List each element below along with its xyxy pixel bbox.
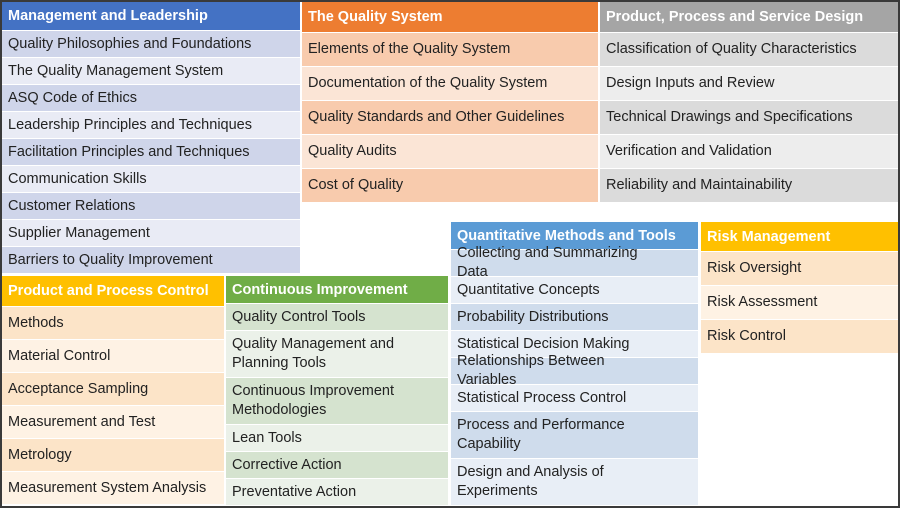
- topic-item-label: Measurement and Test: [8, 413, 156, 430]
- topic-item-label: Continuous Improvement Methodologies: [232, 383, 394, 418]
- topic-item-label: Customer Relations: [8, 197, 136, 214]
- topic-item-label: Facilitation Principles and Techniques: [8, 143, 250, 160]
- topic-item-label: Design Inputs and Review: [606, 75, 775, 91]
- topic-item[interactable]: Measurement and Test: [2, 406, 224, 438]
- topic-item-label: Cost of Quality: [308, 177, 404, 193]
- topic-item[interactable]: Risk Assessment: [701, 286, 898, 319]
- topic-item[interactable]: Supplier Management: [2, 220, 300, 246]
- topic-item[interactable]: Quality Management and Planning Tools: [226, 331, 448, 377]
- topic-item-label: Documentation of the Quality System: [308, 75, 548, 91]
- body-of-knowledge-diagram: Management and Leadership Quality Philos…: [0, 0, 900, 508]
- topic-item[interactable]: Acceptance Sampling: [2, 373, 224, 405]
- topic-item-label: Communication Skills: [8, 170, 147, 187]
- topic-item-label: Verification and Validation: [606, 143, 772, 159]
- block-header-risk: Risk Management: [701, 222, 898, 251]
- topic-item-label: Risk Oversight: [707, 260, 802, 276]
- topic-item[interactable]: Quality Audits: [302, 135, 598, 168]
- topic-item-label: ASQ Code of Ethics: [8, 89, 137, 106]
- topic-item[interactable]: Relationships Between Variables: [451, 353, 698, 388]
- topic-item[interactable]: Material Control: [2, 340, 224, 372]
- topic-item[interactable]: ASQ Code of Ethics: [2, 85, 300, 111]
- topic-item[interactable]: Documentation of the Quality System: [302, 67, 598, 100]
- block-product-process-service-design: Product, Process and Service Design Clas…: [600, 2, 898, 202]
- topic-item[interactable]: Continuous Improvement Methodologies: [226, 378, 448, 424]
- topic-item-label: Quality Control Tools: [232, 308, 366, 325]
- topic-item[interactable]: Reliability and Maintainability: [600, 169, 898, 202]
- topic-item[interactable]: Collecting and Summarizing Data: [451, 245, 698, 280]
- topic-item[interactable]: Risk Oversight: [701, 252, 898, 285]
- topic-item-label: Probability Distributions: [457, 308, 609, 325]
- topic-item[interactable]: Verification and Validation: [600, 135, 898, 168]
- topic-item[interactable]: Corrective Action: [226, 452, 448, 478]
- topic-item-label: Preventative Action: [232, 483, 357, 500]
- topic-item-label: Technical Drawings and Specifications: [606, 109, 853, 125]
- topic-item[interactable]: Quantitative Concepts: [451, 277, 698, 303]
- topic-item-label: Quantitative Concepts: [457, 281, 600, 298]
- topic-item[interactable]: Measurement System Analysis: [2, 472, 224, 504]
- topic-item-label: Process and Performance Capability: [457, 417, 625, 452]
- topic-item-label: Material Control: [8, 347, 111, 364]
- topic-item[interactable]: Classification of Quality Characteristic…: [600, 33, 898, 66]
- topic-item[interactable]: Probability Distributions: [451, 304, 698, 330]
- topic-item-label: Statistical Decision Making: [457, 335, 630, 352]
- block-continuous-improvement: Continuous Improvement Quality Control T…: [226, 276, 448, 505]
- topic-item-label: Design and Analysis of Experiments: [457, 464, 604, 499]
- topic-item-label: Quality Standards and Other Guidelines: [308, 109, 565, 125]
- topic-item-label: Quality Philosophies and Foundations: [8, 35, 252, 52]
- topic-item-label: Lean Tools: [232, 429, 302, 446]
- topic-item-label: The Quality Management System: [8, 62, 224, 79]
- topic-item-label: Reliability and Maintainability: [606, 177, 793, 193]
- topic-item[interactable]: Barriers to Quality Improvement: [2, 247, 300, 273]
- topic-item[interactable]: Cost of Quality: [302, 169, 598, 202]
- block-header-product-control: Product and Process Control: [2, 276, 224, 306]
- topic-item[interactable]: Customer Relations: [2, 193, 300, 219]
- topic-item-label: Measurement System Analysis: [8, 479, 207, 496]
- topic-item[interactable]: Risk Control: [701, 320, 898, 353]
- topic-item[interactable]: Preventative Action: [226, 479, 448, 505]
- topic-item-label: Acceptance Sampling: [8, 380, 149, 397]
- topic-item[interactable]: Metrology: [2, 439, 224, 471]
- block-quantitative-methods-and-tools: Quantitative Methods and Tools Collectin…: [451, 222, 698, 505]
- topic-item[interactable]: Leadership Principles and Techniques: [2, 112, 300, 138]
- topic-item-label: Classification of Quality Characteristic…: [606, 41, 857, 57]
- block-management-and-leadership: Management and Leadership Quality Philos…: [2, 2, 300, 273]
- topic-item-label: Barriers to Quality Improvement: [8, 251, 213, 268]
- topic-item[interactable]: Quality Philosophies and Foundations: [2, 31, 300, 57]
- topic-item-label: Risk Control: [707, 328, 786, 344]
- block-product-and-process-control: Product and Process Control Methods Mater…: [2, 276, 224, 504]
- topic-item-label: Elements of the Quality System: [308, 41, 511, 57]
- topic-item[interactable]: Process and Performance Capability: [451, 412, 698, 458]
- block-header-quality-system: The Quality System: [302, 2, 598, 32]
- topic-item-label: Methods: [8, 314, 64, 331]
- block-header-continuous: Continuous Improvement: [226, 276, 448, 303]
- topic-item-label: Quality Management and Planning Tools: [232, 336, 395, 371]
- topic-item[interactable]: Communication Skills: [2, 166, 300, 192]
- topic-item-label: Metrology: [8, 446, 72, 463]
- block-risk-management: Risk Management Risk Oversight Risk Asses…: [701, 222, 898, 353]
- topic-item-label: Risk Assessment: [707, 294, 818, 310]
- block-header-design: Product, Process and Service Design: [600, 2, 898, 32]
- block-quality-system: The Quality System Elements of the Quali…: [302, 2, 598, 202]
- topic-item[interactable]: Methods: [2, 307, 224, 339]
- topic-item[interactable]: Lean Tools: [226, 425, 448, 451]
- topic-item-label: Leadership Principles and Techniques: [8, 116, 252, 133]
- topic-item[interactable]: Elements of the Quality System: [302, 33, 598, 66]
- topic-item-label: Supplier Management: [8, 224, 150, 241]
- topic-item[interactable]: Design and Analysis of Experiments: [451, 459, 698, 505]
- topic-item-label: Quality Audits: [308, 143, 397, 159]
- topic-item[interactable]: Facilitation Principles and Techniques: [2, 139, 300, 165]
- topic-item[interactable]: Design Inputs and Review: [600, 67, 898, 100]
- block-header-management: Management and Leadership: [2, 2, 300, 30]
- topic-item-label: Corrective Action: [232, 456, 342, 473]
- topic-item[interactable]: Statistical Process Control: [451, 385, 698, 411]
- topic-item[interactable]: Quality Standards and Other Guidelines: [302, 101, 598, 134]
- topic-item[interactable]: Technical Drawings and Specifications: [600, 101, 898, 134]
- topic-item[interactable]: The Quality Management System: [2, 58, 300, 84]
- topic-item-label: Statistical Process Control: [457, 389, 627, 406]
- topic-item[interactable]: Quality Control Tools: [226, 304, 448, 330]
